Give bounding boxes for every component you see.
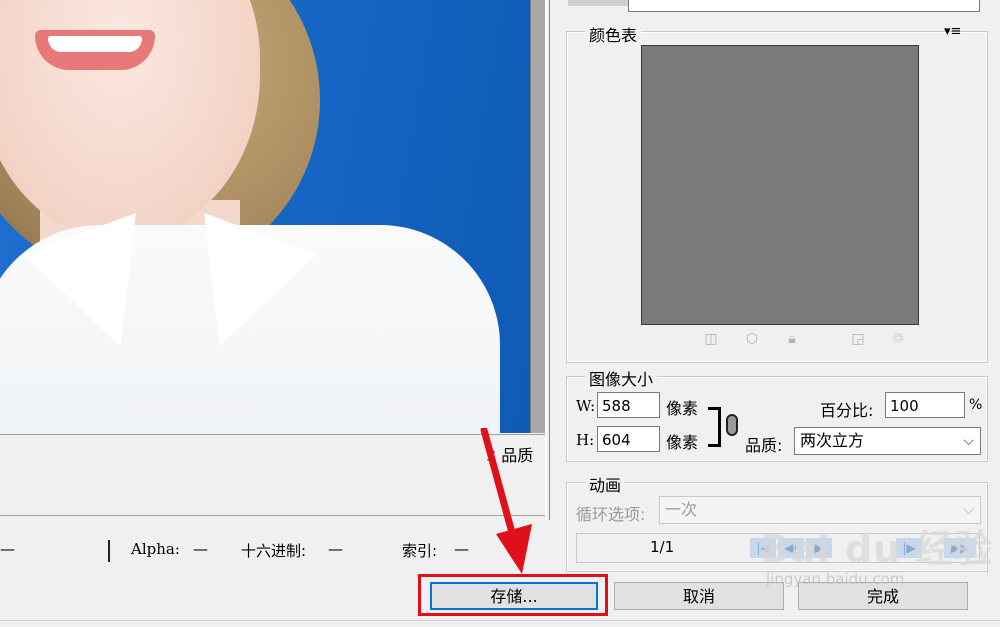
chevron-down-icon: ⌵ — [963, 433, 974, 449]
resample-quality-label: 品质: — [745, 436, 783, 455]
preview-scrollbar[interactable] — [530, 0, 545, 433]
height-input[interactable]: 604 — [597, 426, 660, 452]
portrait-photo — [0, 0, 530, 433]
annotation-arrow — [480, 428, 532, 574]
cube-icon[interactable]: ⬡ — [744, 331, 760, 347]
constrain-proportions-icon[interactable] — [726, 414, 738, 436]
width-label: W: — [576, 397, 596, 415]
frame-counter: 1/1 — [650, 538, 675, 556]
status-index-label: 索引: — [402, 542, 438, 560]
cancel-button[interactable]: 取消 — [614, 582, 784, 610]
width-unit: 像素 — [666, 399, 699, 418]
save-highlight-box — [418, 574, 608, 616]
percent-sign: % — [969, 397, 983, 413]
status-alpha-label: Alpha: — [131, 540, 180, 558]
lock-icon[interactable]: 🔒︎ — [784, 331, 800, 347]
map-icon[interactable]: ◫ — [703, 331, 719, 347]
image-size-title: 图像大小 — [585, 366, 658, 390]
height-unit: 像素 — [666, 433, 699, 452]
status-hex-label: 十六进制: — [241, 542, 307, 560]
image-preview-pane — [0, 0, 558, 520]
color-table-swatch — [641, 45, 919, 325]
status-hex-value: — — [328, 540, 343, 558]
new-swatch-icon[interactable]: ◲ — [850, 331, 866, 347]
resample-quality-value: 两次立方 — [800, 431, 865, 450]
preview-info-strip — [0, 434, 545, 516]
status-alpha-value: — — [193, 540, 208, 558]
loop-options-value: 一次 — [665, 500, 698, 519]
height-label: H: — [576, 431, 595, 449]
top-field-label — [568, 0, 628, 6]
loop-options-label: 循环选项: — [576, 505, 646, 524]
width-input[interactable]: 588 — [597, 392, 660, 418]
photo-teeth — [48, 36, 142, 52]
top-field[interactable] — [628, 0, 980, 12]
status-index-value: — — [454, 540, 469, 558]
constrain-bracket — [708, 407, 721, 447]
status-bar: — Alpha: — 十六进制: — 索引: — — [0, 535, 560, 565]
watermark-url: jingyan.baidu.com — [766, 570, 905, 588]
resample-quality-select[interactable]: 两次立方 ⌵ — [794, 427, 981, 455]
percent-label: 百分比: — [820, 401, 874, 420]
percent-input[interactable]: 100 — [885, 392, 965, 418]
animation-title: 动画 — [585, 472, 626, 496]
status-separator — [108, 540, 110, 562]
preview-frame-edge-shadow — [549, 0, 550, 520]
status-left-value: — — [0, 540, 15, 558]
panel-menu-icon[interactable]: ▾≡ — [944, 24, 961, 39]
trash-icon[interactable]: ♲ — [890, 331, 906, 347]
watermark-logo: Bai du 经验 — [760, 527, 994, 571]
baidu-watermark: Bai du 经验 jingyan.baidu.com — [760, 518, 994, 588]
color-table-title: 颜色表 — [585, 22, 642, 46]
